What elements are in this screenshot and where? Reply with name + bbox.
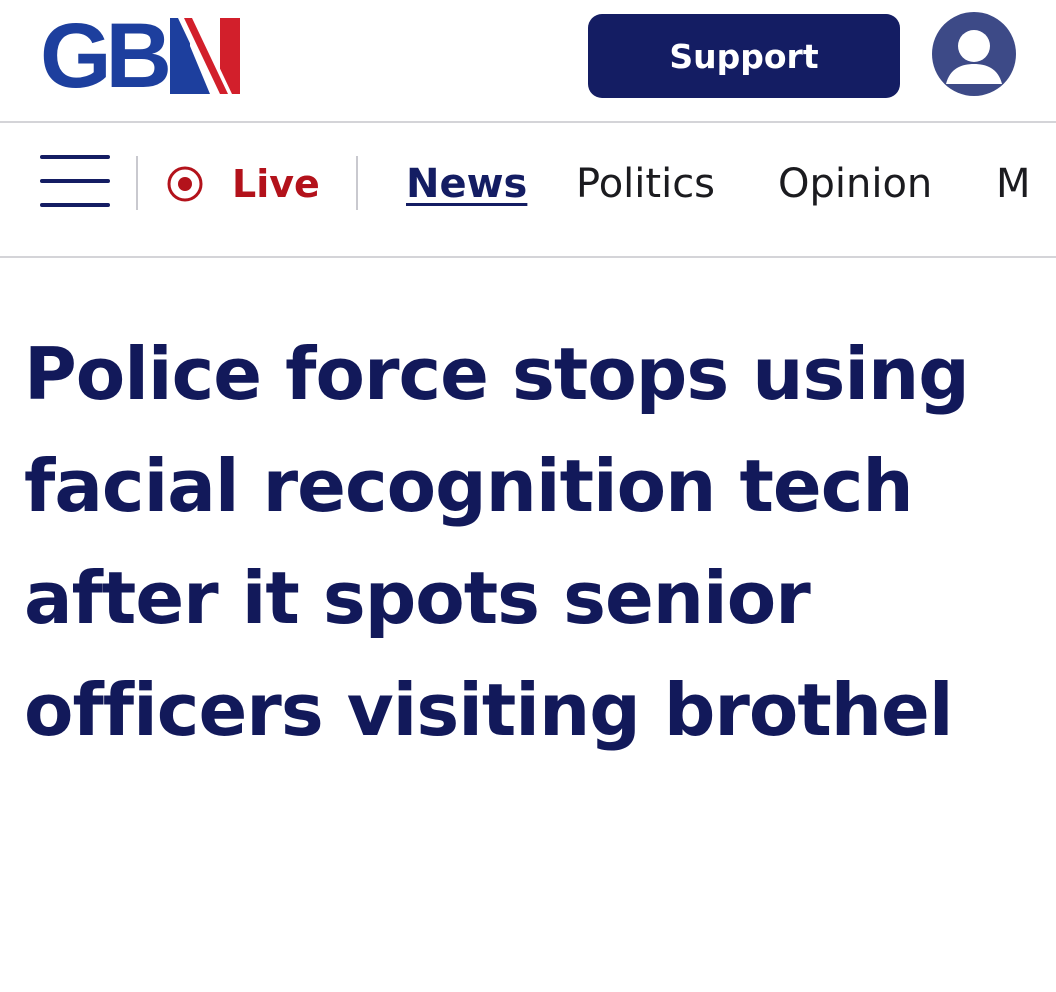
live-label: Live (232, 162, 320, 206)
logo-wordmark: GB (40, 5, 172, 107)
live-link[interactable]: Live (166, 153, 320, 215)
person-silhouette-icon (946, 30, 1002, 84)
hamburger-menu-icon[interactable] (40, 155, 110, 211)
gbn-logo[interactable]: GB (40, 10, 240, 102)
main-nav: Live News Politics Opinion M (0, 123, 1056, 256)
union-flag-n-logo-icon (170, 18, 240, 94)
nav-divider (356, 156, 358, 210)
nav-overflow-clip: M (996, 153, 1030, 215)
article-headline: Police force stops using facial recognit… (24, 332, 970, 752)
nav-divider-bottom (0, 256, 1056, 258)
support-button[interactable]: Support (588, 14, 900, 98)
nav-item-news[interactable]: News (406, 153, 527, 215)
nav-divider (136, 156, 138, 210)
live-record-icon (167, 166, 203, 202)
nav-item-politics[interactable]: Politics (576, 153, 715, 215)
nav-item-truncated[interactable]: M (996, 153, 1030, 215)
site-header: GB Support (0, 0, 1056, 121)
nav-item-opinion[interactable]: Opinion (778, 153, 932, 215)
user-avatar-icon[interactable] (932, 12, 1016, 96)
